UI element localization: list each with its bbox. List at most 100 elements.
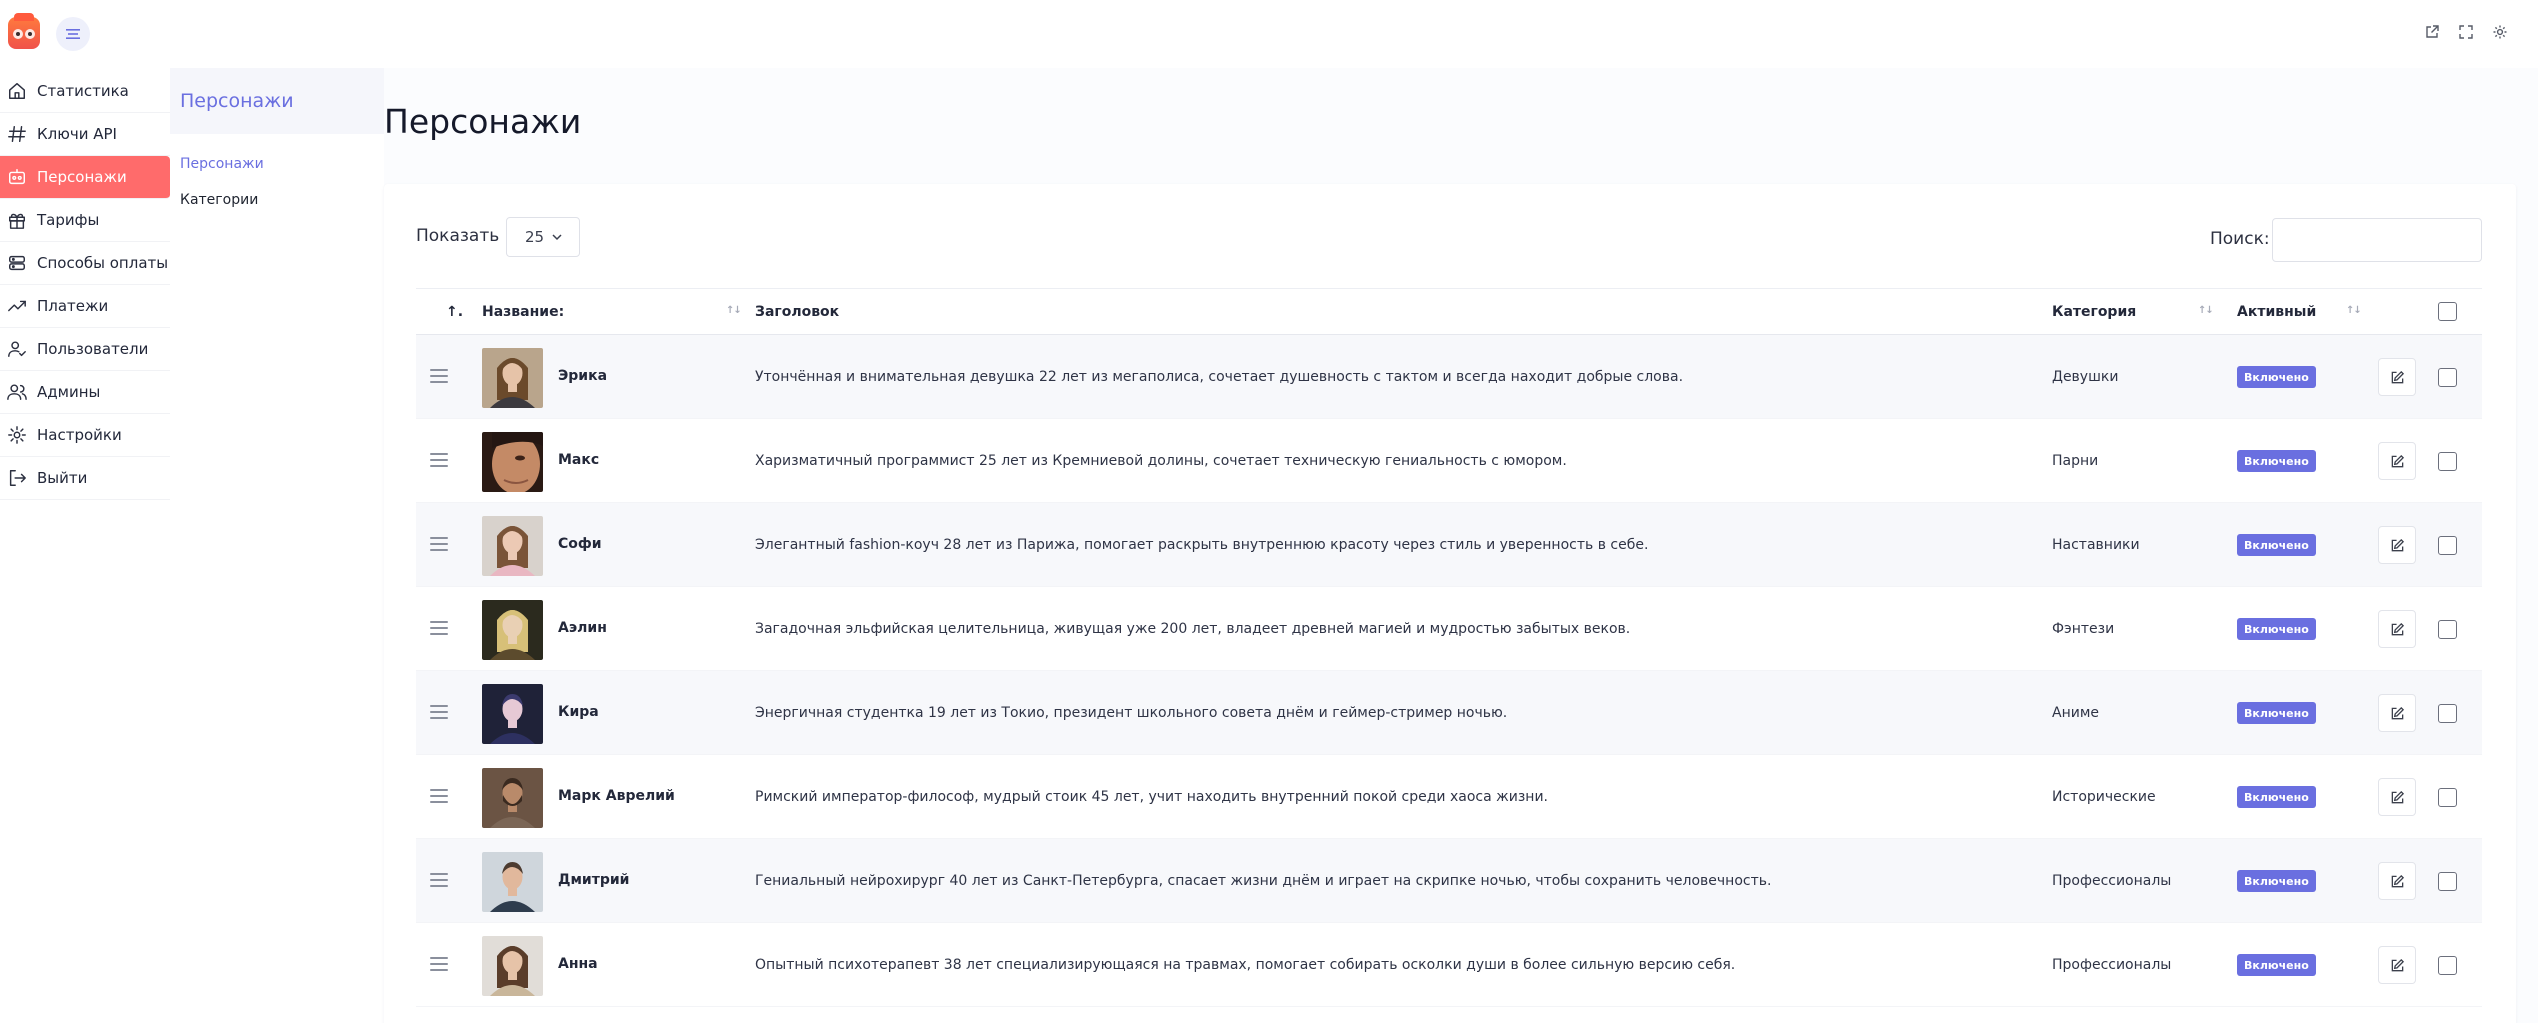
character-name[interactable]: Марк Аврелий [558, 788, 675, 804]
drag-handle-icon[interactable] [430, 369, 448, 383]
edit-icon [2391, 874, 2405, 888]
row-select-checkbox[interactable] [2438, 956, 2457, 975]
drag-handle-icon[interactable] [430, 789, 448, 803]
robot-icon [6, 166, 28, 188]
drag-handle-icon[interactable] [430, 957, 448, 971]
row-select-checkbox[interactable] [2438, 872, 2457, 891]
sort-icon[interactable]: ↑↓ [726, 305, 742, 316]
sidebar-item-1[interactable]: Статистика [0, 70, 170, 113]
row-select-checkbox[interactable] [2438, 704, 2457, 723]
character-avatar [482, 684, 543, 744]
character-name[interactable]: Софи [558, 536, 602, 552]
sidebar-item-label: Платежи [37, 297, 109, 315]
hash-icon [6, 123, 28, 145]
sidebar-item-3[interactable]: Персонажи [0, 156, 170, 199]
character-category: Наставники [2052, 537, 2140, 553]
column-header-order[interactable]: ↑. [446, 304, 463, 320]
page-title: Персонажи [384, 102, 582, 141]
character-headline: Римский император-философ, мудрый стоик … [755, 789, 1548, 805]
row-select-checkbox[interactable] [2438, 536, 2457, 555]
character-headline: Энергичная студентка 19 лет из Токио, пр… [755, 705, 1508, 721]
table-row: Аэлин Загадочная эльфийская целительница,… [416, 587, 2482, 671]
section-item-1[interactable]: Персонажи [170, 146, 384, 182]
users-icon [6, 381, 28, 403]
sidebar-item-4[interactable]: Тарифы [0, 199, 170, 242]
app-logo[interactable] [8, 13, 40, 49]
sidebar-item-label: Способы оплаты [37, 254, 169, 272]
character-headline: Гениальный нейрохирург 40 лет из Санкт-П… [755, 873, 1772, 889]
server-icon [6, 252, 28, 274]
sidebar-item-7[interactable]: Пользователи [0, 328, 170, 371]
character-name[interactable]: Дмитрий [558, 872, 629, 888]
search-input[interactable] [2272, 218, 2482, 262]
menu-toggle-button[interactable] [56, 17, 90, 51]
sidebar-item-10[interactable]: Выйти [0, 457, 170, 500]
sidebar-item-6[interactable]: Платежи [0, 285, 170, 328]
gift-icon [6, 209, 28, 231]
column-header-name[interactable]: Название: [482, 304, 564, 320]
character-avatar [482, 516, 543, 576]
character-category: Профессионалы [2052, 957, 2172, 973]
character-name[interactable]: Макс [558, 452, 599, 468]
row-select-checkbox[interactable] [2438, 788, 2457, 807]
table-row: Макс Харизматичный программист 25 лет из … [416, 419, 2482, 503]
logout-icon [6, 467, 28, 489]
section-sidebar: Персонажи Персонажи Категории [170, 68, 384, 1023]
row-select-checkbox[interactable] [2438, 368, 2457, 387]
sidebar-item-label: Статистика [37, 82, 129, 100]
edit-button[interactable] [2378, 862, 2416, 900]
sidebar-item-label: Пользователи [37, 340, 149, 358]
drag-handle-icon[interactable] [430, 873, 448, 887]
edit-icon [2391, 706, 2405, 720]
edit-button[interactable] [2378, 358, 2416, 396]
status-badge: Включено [2237, 870, 2316, 892]
edit-icon [2391, 958, 2405, 972]
sidebar-item-label: Выйти [37, 469, 88, 487]
sidebar-item-2[interactable]: Ключи API [0, 113, 170, 156]
sidebar-item-label: Тарифы [37, 211, 100, 229]
character-name[interactable]: Эрика [558, 368, 607, 384]
character-name[interactable]: Аэлин [558, 620, 607, 636]
sidebar-item-5[interactable]: Способы оплаты [0, 242, 170, 285]
row-select-checkbox[interactable] [2438, 452, 2457, 471]
select-all-checkbox[interactable] [2438, 302, 2457, 321]
edit-button[interactable] [2378, 946, 2416, 984]
drag-handle-icon[interactable] [430, 453, 448, 467]
row-select-checkbox[interactable] [2438, 620, 2457, 639]
edit-button[interactable] [2378, 694, 2416, 732]
sort-icon[interactable]: ↑↓ [2346, 305, 2362, 316]
edit-button[interactable] [2378, 442, 2416, 480]
sidebar: Статистика Ключи API Персонажи Тарифы Способ… [0, 68, 170, 1023]
page-size-select[interactable]: 25 [506, 217, 580, 257]
status-badge: Включено [2237, 786, 2316, 808]
sidebar-item-label: Ключи API [37, 125, 117, 143]
gear-icon[interactable] [2492, 24, 2508, 40]
fullscreen-icon[interactable] [2458, 24, 2474, 40]
character-name[interactable]: Анна [558, 956, 598, 972]
external-link-icon[interactable] [2424, 24, 2440, 40]
edit-button[interactable] [2378, 778, 2416, 816]
edit-button[interactable] [2378, 610, 2416, 648]
column-header-active[interactable]: Активный [2237, 304, 2316, 320]
character-name[interactable]: Кира [558, 704, 599, 720]
character-category: Парни [2052, 453, 2099, 469]
sidebar-item-8[interactable]: Админы [0, 371, 170, 414]
section-title: Персонажи [170, 68, 384, 134]
drag-handle-icon[interactable] [430, 537, 448, 551]
menu-icon [66, 29, 80, 39]
character-category: Фэнтези [2052, 621, 2115, 637]
sort-icon[interactable]: ↑↓ [2198, 305, 2214, 316]
character-headline: Утончённая и внимательная девушка 22 лет… [755, 369, 1684, 385]
edit-icon [2391, 454, 2405, 468]
section-item-2[interactable]: Категории [170, 182, 384, 218]
main-content: Персонажи Показать 25 Поиск: ↑. Название… [384, 68, 2538, 1023]
drag-handle-icon[interactable] [430, 621, 448, 635]
page-size-label: Показать [416, 226, 500, 246]
trending-up-icon [6, 295, 28, 317]
column-header-category[interactable]: Категория [2052, 304, 2136, 320]
drag-handle-icon[interactable] [430, 705, 448, 719]
edit-button[interactable] [2378, 526, 2416, 564]
sidebar-item-9[interactable]: Настройки [0, 414, 170, 457]
home-icon [6, 80, 28, 102]
sidebar-item-label: Админы [37, 383, 101, 401]
